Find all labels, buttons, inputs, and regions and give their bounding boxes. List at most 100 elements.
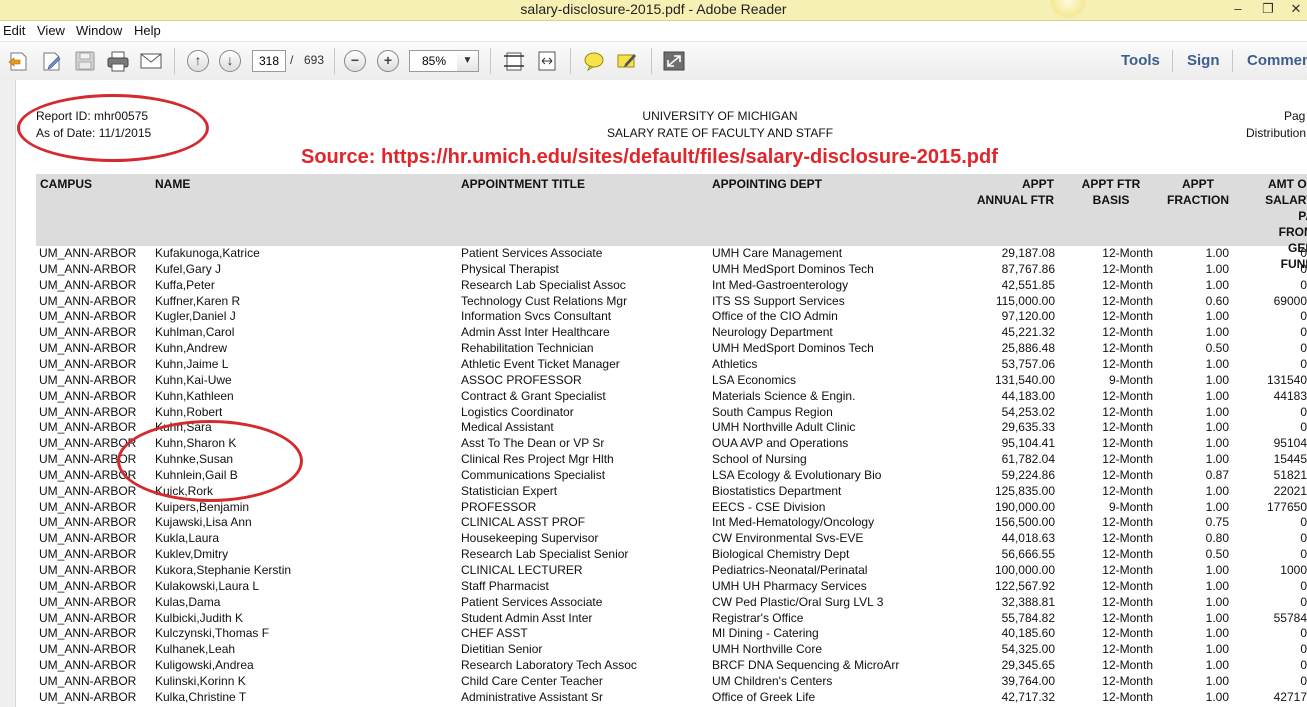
general-fund-cell: 0 bbox=[1300, 658, 1307, 672]
fraction-cell: 1.00 bbox=[1205, 611, 1229, 625]
close-button[interactable]: ✕ bbox=[1282, 0, 1307, 18]
title-cell: Rehabilitation Technician bbox=[461, 341, 594, 355]
menu-view[interactable]: View bbox=[37, 23, 65, 38]
table-row: UM_ANN-ARBOR Kufakunoga,Katrice Patient Se… bbox=[0, 246, 1307, 262]
ftr-basis-cell: 12-Month bbox=[1102, 436, 1153, 450]
table-row: UM_ANN-ARBOR Kuhn,Robert Logistics Coordin… bbox=[0, 405, 1307, 421]
dept-cell: ITS SS Support Services bbox=[712, 294, 845, 308]
zoom-level-input[interactable]: 85% bbox=[409, 50, 459, 72]
general-fund-cell: 177650 bbox=[1266, 500, 1307, 514]
fraction-cell: 0.80 bbox=[1205, 531, 1229, 545]
header-line: AMT OF bbox=[1268, 177, 1307, 191]
menu-help[interactable]: Help bbox=[134, 23, 161, 38]
campus-cell: UM_ANN-ARBOR bbox=[39, 658, 137, 672]
general-fund-cell: 1000 bbox=[1280, 563, 1307, 577]
toolbar: ↑ ↓ 318 / 693 − + 85% ▼ Tools Sign Comme… bbox=[0, 41, 1307, 81]
minimize-button[interactable]: – bbox=[1224, 0, 1252, 18]
print-icon[interactable] bbox=[106, 50, 130, 72]
full-screen-icon[interactable] bbox=[662, 50, 686, 72]
table-row: UM_ANN-ARBOR Kuhlman,Carol Admin Asst Inte… bbox=[0, 325, 1307, 341]
general-fund-cell: 131540 bbox=[1266, 373, 1307, 387]
annual-ftr-cell: 44,018.63 bbox=[1001, 531, 1055, 545]
campus-cell: UM_ANN-ARBOR bbox=[39, 515, 137, 529]
annual-ftr-cell: 29,635.33 bbox=[1001, 420, 1055, 434]
toolbar-separator bbox=[334, 48, 335, 74]
annual-ftr-cell: 115,000.00 bbox=[995, 294, 1055, 308]
zoom-dropdown-button[interactable]: ▼ bbox=[457, 50, 479, 72]
ftr-basis-cell: 12-Month bbox=[1102, 563, 1153, 577]
fraction-cell: 1.00 bbox=[1205, 405, 1229, 419]
campus-cell: UM_ANN-ARBOR bbox=[39, 579, 137, 593]
fraction-cell: 1.00 bbox=[1205, 484, 1229, 498]
general-fund-cell: 0 bbox=[1300, 595, 1307, 609]
fraction-cell: 1.00 bbox=[1205, 500, 1229, 514]
dept-cell: EECS - CSE Division bbox=[712, 500, 826, 514]
comment-pane-button[interactable]: Commen bbox=[1247, 52, 1307, 69]
page-number-input[interactable]: 318 bbox=[252, 50, 286, 72]
annual-ftr-cell: 56,666.55 bbox=[1001, 547, 1055, 561]
campus-cell: UM_ANN-ARBOR bbox=[39, 389, 137, 403]
fit-width-icon[interactable] bbox=[535, 50, 559, 72]
table-row: UM_ANN-ARBOR Kuklev,Dmitry Research Lab Sp… bbox=[0, 547, 1307, 563]
previous-page-button[interactable]: ↑ bbox=[187, 50, 209, 72]
fit-page-icon[interactable] bbox=[502, 50, 526, 72]
zoom-in-button[interactable]: + bbox=[377, 50, 399, 72]
fraction-cell: 1.00 bbox=[1205, 642, 1229, 656]
create-pdf-icon[interactable] bbox=[7, 50, 31, 72]
ftr-basis-cell: 12-Month bbox=[1102, 405, 1153, 419]
header-line: FRACTION bbox=[1167, 193, 1229, 207]
save-icon[interactable] bbox=[73, 50, 97, 72]
title-cell: Athletic Event Ticket Manager bbox=[461, 357, 620, 371]
ftr-basis-cell: 12-Month bbox=[1102, 579, 1153, 593]
menu-window[interactable]: Window bbox=[76, 23, 122, 38]
annual-ftr-cell: 40,185.60 bbox=[1001, 626, 1055, 640]
table-row: UM_ANN-ARBOR Kuligowski,Andrea Research La… bbox=[0, 658, 1307, 674]
name-cell: Kufel,Gary J bbox=[155, 262, 222, 276]
dept-cell: CW Environmental Svs-EVE bbox=[712, 531, 864, 545]
annual-ftr-cell: 131,540.00 bbox=[994, 373, 1055, 387]
ftr-basis-cell: 12-Month bbox=[1102, 690, 1153, 704]
table-row: UM_ANN-ARBOR Kulas,Dama Patient Services A… bbox=[0, 595, 1307, 611]
campus-cell: UM_ANN-ARBOR bbox=[39, 674, 137, 688]
table-row: UM_ANN-ARBOR Kulbicki,Judith K Student Adm… bbox=[0, 611, 1307, 627]
zoom-out-button[interactable]: − bbox=[344, 50, 366, 72]
title-cell: CLINICAL LECTURER bbox=[461, 563, 583, 577]
general-fund-cell: 0 bbox=[1300, 325, 1307, 339]
campus-cell: UM_ANN-ARBOR bbox=[39, 420, 137, 434]
ftr-basis-cell: 12-Month bbox=[1102, 325, 1153, 339]
fraction-cell: 1.00 bbox=[1205, 436, 1229, 450]
title-cell: PROFESSOR bbox=[461, 500, 537, 514]
header-line: APPT bbox=[1021, 177, 1054, 191]
highlight-text-icon[interactable] bbox=[615, 50, 639, 72]
fraction-cell: 0.60 bbox=[1205, 294, 1229, 308]
title-cell: Research Laboratory Tech Assoc bbox=[461, 658, 637, 672]
ftr-basis-cell: 12-Month bbox=[1102, 626, 1153, 640]
general-fund-cell: 0 bbox=[1300, 420, 1307, 434]
sign-pane-button[interactable]: Sign bbox=[1187, 52, 1220, 69]
general-fund-cell: 0 bbox=[1300, 642, 1307, 656]
tools-pane-button[interactable]: Tools bbox=[1121, 52, 1160, 69]
dept-cell: School of Nursing bbox=[712, 452, 807, 466]
name-cell: Kulczynski,Thomas F bbox=[155, 626, 270, 640]
column-header-name: NAME bbox=[155, 177, 191, 191]
annual-ftr-cell: 122,567.92 bbox=[994, 579, 1055, 593]
general-fund-cell: 44183 bbox=[1273, 389, 1307, 403]
next-page-button[interactable]: ↓ bbox=[219, 50, 241, 72]
campus-cell: UM_ANN-ARBOR bbox=[39, 294, 137, 308]
menu-edit[interactable]: Edit bbox=[3, 23, 25, 38]
title-cell: Information Svcs Consultant bbox=[461, 309, 612, 323]
title-cell: Technology Cust Relations Mgr bbox=[461, 294, 628, 308]
campus-cell: UM_ANN-ARBOR bbox=[39, 595, 137, 609]
sticky-note-icon[interactable] bbox=[582, 50, 606, 72]
annual-ftr-cell: 156,500.00 bbox=[994, 515, 1055, 529]
restore-button[interactable]: ❐ bbox=[1254, 0, 1282, 18]
header-line: SALARY PA bbox=[1265, 193, 1307, 223]
title-cell: Statistician Expert bbox=[461, 484, 558, 498]
dept-cell: MI Dining - Catering bbox=[712, 626, 819, 640]
document-view[interactable]: Report ID: mhr00575 As of Date: 11/1/201… bbox=[0, 80, 1307, 707]
edit-pdf-icon[interactable] bbox=[40, 50, 64, 72]
dept-cell: Neurology Department bbox=[712, 325, 833, 339]
email-icon[interactable] bbox=[139, 50, 163, 72]
name-cell: Kuffner,Karen R bbox=[155, 294, 241, 308]
campus-cell: UM_ANN-ARBOR bbox=[39, 642, 137, 656]
